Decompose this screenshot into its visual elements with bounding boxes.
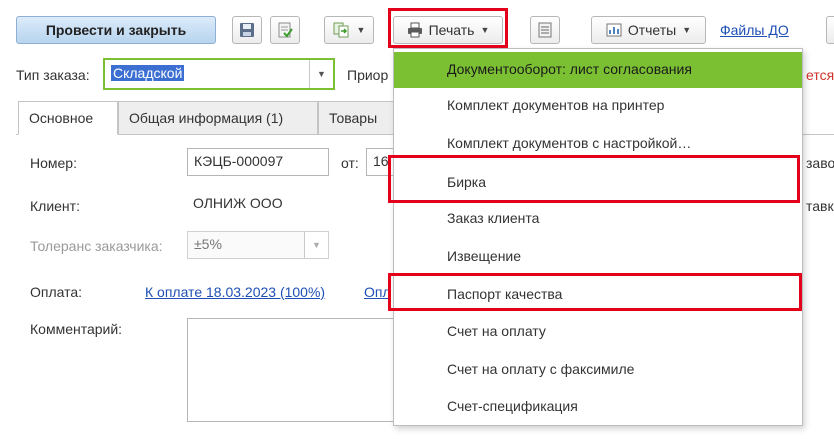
date-value: 16 xyxy=(373,153,389,169)
tab-general-info[interactable]: Общая информация (1) xyxy=(118,101,318,135)
create-based-on-button[interactable]: ▼ xyxy=(324,16,374,44)
number-value: КЭЦБ-000097 xyxy=(194,153,284,169)
clipped-right-text: тавки xyxy=(806,198,834,214)
date-label: от: xyxy=(341,155,359,171)
post-and-close-label: Провести и закрыть xyxy=(45,22,187,38)
menu-item-label: Заказ клиента xyxy=(447,210,540,226)
menu-item-label: Счет на оплату xyxy=(447,323,546,339)
client-label: Клиент: xyxy=(30,198,80,214)
menu-item-quality-passport[interactable]: Паспорт качества xyxy=(394,277,802,313)
order-type-label: Тип заказа: xyxy=(16,67,90,83)
chevron-down-icon[interactable]: ▼ xyxy=(309,60,333,88)
post-and-close-button[interactable]: Провести и закрыть xyxy=(16,16,216,44)
list-button[interactable] xyxy=(530,16,560,44)
floppy-disk-icon xyxy=(240,23,254,37)
print-button[interactable]: Печать ▼ xyxy=(393,16,503,44)
client-field[interactable]: ОЛНИЖ ООО xyxy=(187,191,407,219)
printer-icon xyxy=(407,22,422,38)
post-document-button[interactable] xyxy=(270,16,300,44)
menu-item-approval-sheet[interactable]: Документооборот: лист согласования xyxy=(394,52,802,88)
tab-goods[interactable]: Товары xyxy=(318,101,398,135)
priority-label: Приор xyxy=(347,67,389,83)
client-value: ОЛНИЖ ООО xyxy=(193,195,283,211)
menu-item-docs-to-printer[interactable]: Комплект документов на принтер xyxy=(394,88,802,124)
clipped-status-text: ется xyxy=(806,67,834,83)
tolerance-label: Толеранс заказчика: xyxy=(30,238,163,254)
menu-item-invoice[interactable]: Счет на оплату xyxy=(394,314,802,350)
create-based-on-icon xyxy=(333,22,349,38)
menu-item-label: Счет на оплату с факсимиле xyxy=(447,361,635,377)
tolerance-value: ±5% xyxy=(194,236,222,252)
menu-item-label: Комплект документов с настройкой… xyxy=(447,135,692,151)
report-icon xyxy=(606,23,622,37)
chevron-down-icon: ▼ xyxy=(480,25,490,35)
comment-label: Комментарий: xyxy=(30,321,123,337)
menu-item-tag[interactable]: Бирка xyxy=(394,165,802,201)
print-menu: Документооборот: лист согласования Компл… xyxy=(393,48,803,426)
number-field[interactable]: КЭЦБ-000097 xyxy=(187,148,329,176)
reports-button[interactable]: Отчеты ▼ xyxy=(591,16,706,44)
menu-item-docs-with-settings[interactable]: Комплект документов с настройкой… xyxy=(394,126,802,162)
menu-item-label: Комплект документов на принтер xyxy=(447,97,665,113)
menu-item-label: Документооборот: лист согласования xyxy=(447,61,692,77)
more-actions-button[interactable] xyxy=(826,16,834,44)
number-label: Номер: xyxy=(30,155,77,171)
menu-item-invoice-specification[interactable]: Счет-спецификация xyxy=(394,389,802,425)
chevron-down-icon: ▼ xyxy=(682,25,692,35)
clipped-right-text: завод xyxy=(806,155,834,171)
payment-label: Оплата: xyxy=(30,284,83,300)
menu-item-label: Счет-спецификация xyxy=(447,398,578,414)
files-do-link[interactable]: Файлы ДО xyxy=(720,22,789,38)
payment-link-2[interactable]: Опл xyxy=(364,284,391,300)
reports-label: Отчеты xyxy=(627,22,677,38)
document-post-icon xyxy=(278,22,293,38)
order-type-value: Складской xyxy=(111,65,185,81)
comment-textarea[interactable] xyxy=(187,318,407,422)
menu-item-label: Извещение xyxy=(447,248,522,264)
menu-item-label: Паспорт качества xyxy=(447,286,563,302)
print-label: Печать xyxy=(428,22,475,38)
menu-item-label: Бирка xyxy=(447,174,487,190)
payment-link[interactable]: К оплате 18.03.2023 (100%) xyxy=(145,284,325,300)
save-button[interactable] xyxy=(232,16,262,44)
tab-label: Основное xyxy=(29,110,94,126)
menu-item-invoice-facsimile[interactable]: Счет на оплату с факсимиле xyxy=(394,352,802,388)
list-icon xyxy=(538,22,552,38)
menu-item-notice[interactable]: Извещение xyxy=(394,239,802,275)
chevron-down-icon: ▼ xyxy=(356,25,366,35)
tab-main[interactable]: Основное xyxy=(18,101,118,135)
chevron-down-icon[interactable]: ▼ xyxy=(304,232,328,258)
tab-label: Товары xyxy=(329,110,378,126)
menu-item-customer-order[interactable]: Заказ клиента xyxy=(394,201,802,237)
tab-label: Общая информация (1) xyxy=(129,110,284,126)
tolerance-select[interactable]: ±5% ▼ xyxy=(187,231,329,259)
order-type-select[interactable]: Складской ▼ xyxy=(103,58,335,90)
